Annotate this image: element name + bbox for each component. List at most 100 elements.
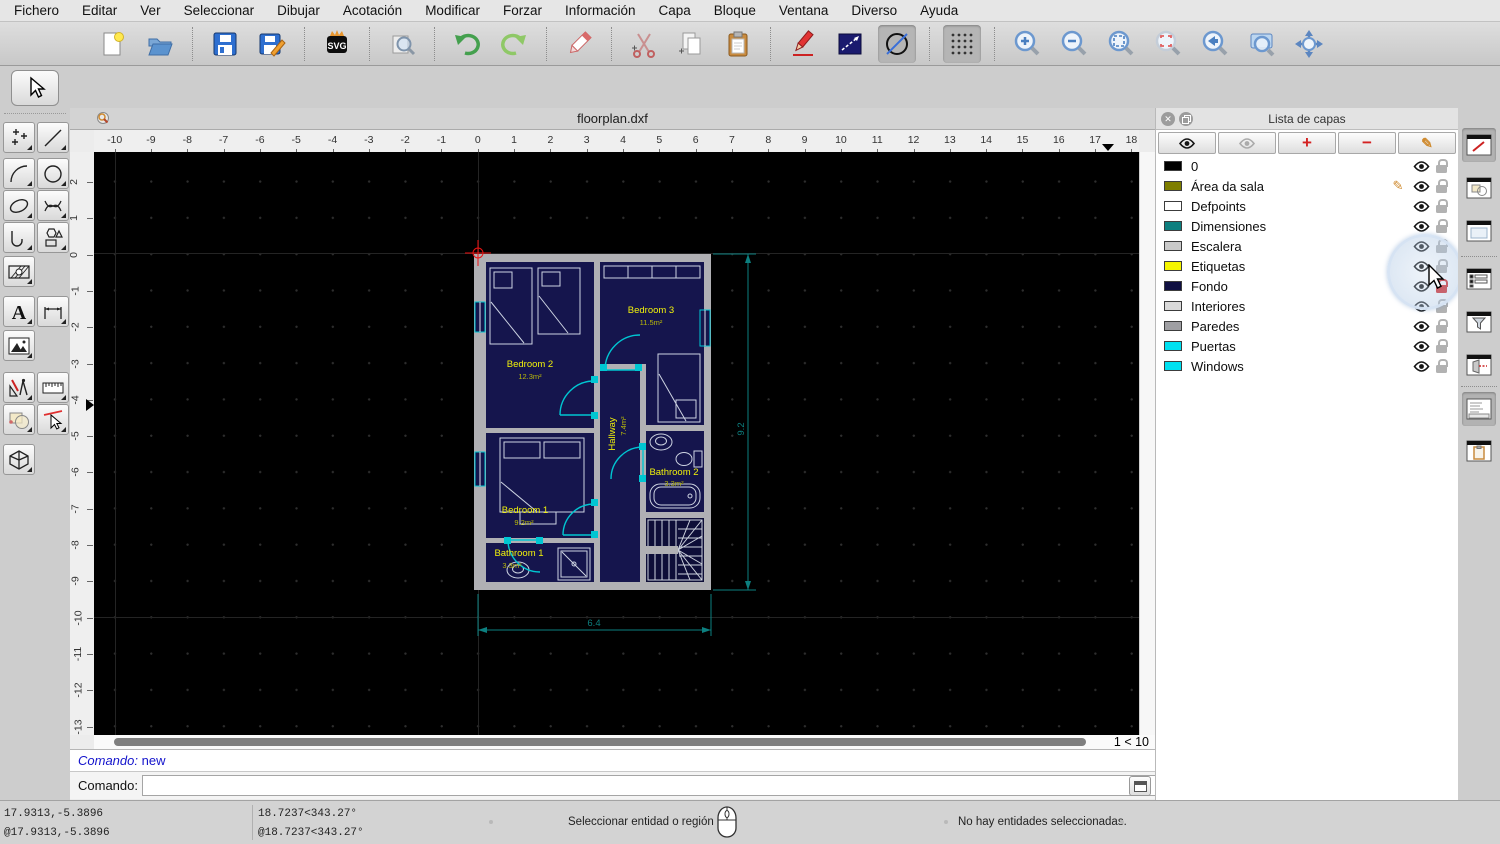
layer-visibility-eye-icon[interactable]	[1408, 180, 1434, 193]
line-preview-button[interactable]	[831, 25, 869, 63]
layer-lock-icon[interactable]	[1434, 218, 1450, 234]
redo-button[interactable]	[495, 25, 533, 63]
menu-item[interactable]: Bloque	[714, 3, 756, 18]
layer-row[interactable]: Paredes ✎	[1156, 316, 1458, 336]
layer-row[interactable]: 0 ✎	[1156, 156, 1458, 176]
dock-draw-preview-button[interactable]	[1462, 128, 1496, 162]
polyline-tool-button[interactable]	[3, 222, 35, 253]
menu-item[interactable]: Dibujar	[277, 3, 320, 18]
dock-library-browser-button[interactable]	[1462, 214, 1496, 248]
grid-toggle-button[interactable]	[943, 24, 981, 63]
layer-row[interactable]: Fondo ✎	[1156, 276, 1458, 296]
delete-button[interactable]	[560, 25, 598, 63]
solid-3d-tool-button[interactable]	[3, 444, 35, 475]
hide-all-layers-button[interactable]	[1218, 132, 1276, 154]
layer-visibility-eye-icon[interactable]	[1408, 240, 1434, 253]
layer-row[interactable]: Escalera ✎	[1156, 236, 1458, 256]
dock-block-view-button[interactable]	[1462, 348, 1496, 382]
dock-layer-filter-button[interactable]	[1462, 305, 1496, 339]
command-keyboard-toggle-button[interactable]	[1129, 776, 1151, 796]
layer-edit-pencil-icon[interactable]: ✎	[1388, 178, 1408, 194]
open-file-button[interactable]	[141, 25, 179, 63]
text-tool-button[interactable]: A	[3, 296, 35, 327]
arc-tool-button[interactable]	[3, 158, 35, 189]
deselect-tool-button[interactable]	[37, 404, 69, 435]
layer-visibility-eye-icon[interactable]	[1408, 200, 1434, 213]
drawing-canvas[interactable]: Bedroom 2 12.3m² Bedroom 3 11.5m² Hallwa…	[94, 152, 1139, 735]
layer-row[interactable]: Defpoints ✎	[1156, 196, 1458, 216]
copy-button[interactable]	[672, 25, 710, 63]
select-tool-button[interactable]	[11, 70, 59, 106]
zoom-window-button[interactable]	[1243, 25, 1281, 63]
zoom-auto-button[interactable]	[1102, 25, 1140, 63]
layer-row[interactable]: Windows ✎	[1156, 356, 1458, 376]
layer-visibility-eye-icon[interactable]	[1408, 260, 1434, 273]
circle-tool-button[interactable]	[37, 158, 69, 189]
zoom-pan-button[interactable]	[1290, 25, 1328, 63]
layer-row[interactable]: Interiores ✎	[1156, 296, 1458, 316]
menu-item[interactable]: Capa	[659, 3, 691, 18]
layer-visibility-eye-icon[interactable]	[1408, 340, 1434, 353]
zoom-previous-button[interactable]	[1149, 25, 1187, 63]
menu-item[interactable]: Forzar	[503, 3, 542, 18]
save-as-button[interactable]	[253, 25, 291, 63]
layer-visibility-eye-icon[interactable]	[1408, 360, 1434, 373]
dock-command-widget-button[interactable]	[1462, 392, 1496, 426]
dock-block-list-button[interactable]	[1462, 171, 1496, 205]
zoom-back-button[interactable]	[1196, 25, 1234, 63]
layer-row[interactable]: Puertas ✎	[1156, 336, 1458, 356]
menu-item[interactable]: Acotación	[343, 3, 402, 18]
new-document-button[interactable]	[94, 25, 132, 63]
layer-lock-icon[interactable]	[1434, 278, 1450, 294]
layer-lock-icon[interactable]	[1434, 318, 1450, 334]
menu-item[interactable]: Diverso	[851, 3, 897, 18]
layer-lock-icon[interactable]	[1434, 178, 1450, 194]
image-tool-button[interactable]	[3, 330, 35, 361]
layer-lock-icon[interactable]	[1434, 198, 1450, 214]
horizontal-scrollbar[interactable]: 1 < 10	[94, 735, 1155, 749]
menu-item[interactable]: Información	[565, 3, 636, 18]
scrollbar-thumb[interactable]	[114, 738, 1086, 746]
menu-item[interactable]: Fichero	[14, 3, 59, 18]
layer-lock-icon[interactable]	[1434, 258, 1450, 274]
layer-lock-icon[interactable]	[1434, 358, 1450, 374]
add-layer-button[interactable]: +	[1278, 132, 1336, 154]
dock-layer-list-button[interactable]	[1462, 262, 1496, 296]
measure-tool-button[interactable]	[37, 372, 69, 403]
layer-lock-icon[interactable]	[1434, 298, 1450, 314]
layer-visibility-eye-icon[interactable]	[1408, 160, 1434, 173]
layer-visibility-eye-icon[interactable]	[1408, 280, 1434, 293]
edit-layer-button[interactable]: ✎	[1398, 132, 1456, 154]
vertical-scrollbar[interactable]	[1139, 152, 1155, 735]
zoom-in-button[interactable]	[1008, 25, 1046, 63]
layer-visibility-eye-icon[interactable]	[1408, 220, 1434, 233]
hatch-tool-button[interactable]	[3, 256, 35, 287]
pen-edit-button[interactable]	[784, 25, 822, 63]
menu-item[interactable]: Ver	[140, 3, 160, 18]
layer-row[interactable]: Área da sala ✎	[1156, 176, 1458, 196]
cut-button[interactable]	[625, 25, 663, 63]
menu-item[interactable]: Modificar	[425, 3, 480, 18]
layer-lock-icon[interactable]	[1434, 238, 1450, 254]
blocks-tool-button[interactable]	[3, 404, 35, 435]
save-button[interactable]	[206, 25, 244, 63]
show-all-layers-button[interactable]	[1158, 132, 1216, 154]
modify-tools-button[interactable]	[3, 372, 35, 403]
layer-row[interactable]: Dimensiones ✎	[1156, 216, 1458, 236]
layer-visibility-eye-icon[interactable]	[1408, 320, 1434, 333]
dock-clipboard-button[interactable]	[1462, 434, 1496, 468]
menu-item[interactable]: Editar	[82, 3, 117, 18]
menu-item[interactable]: Ayuda	[920, 3, 958, 18]
line-tool-button[interactable]	[37, 122, 69, 153]
ellipse-tool-button[interactable]	[3, 190, 35, 221]
draft-mode-button[interactable]	[878, 24, 916, 63]
zoom-out-button[interactable]	[1055, 25, 1093, 63]
menu-item[interactable]: Seleccionar	[184, 3, 255, 18]
paste-button[interactable]	[719, 25, 757, 63]
remove-layer-button[interactable]: −	[1338, 132, 1396, 154]
layer-lock-icon[interactable]	[1434, 158, 1450, 174]
export-svg-button[interactable]: SVG	[318, 25, 356, 63]
command-input[interactable]	[142, 775, 1202, 796]
menu-item[interactable]: Ventana	[779, 3, 829, 18]
dimension-tool-button[interactable]	[37, 296, 69, 327]
